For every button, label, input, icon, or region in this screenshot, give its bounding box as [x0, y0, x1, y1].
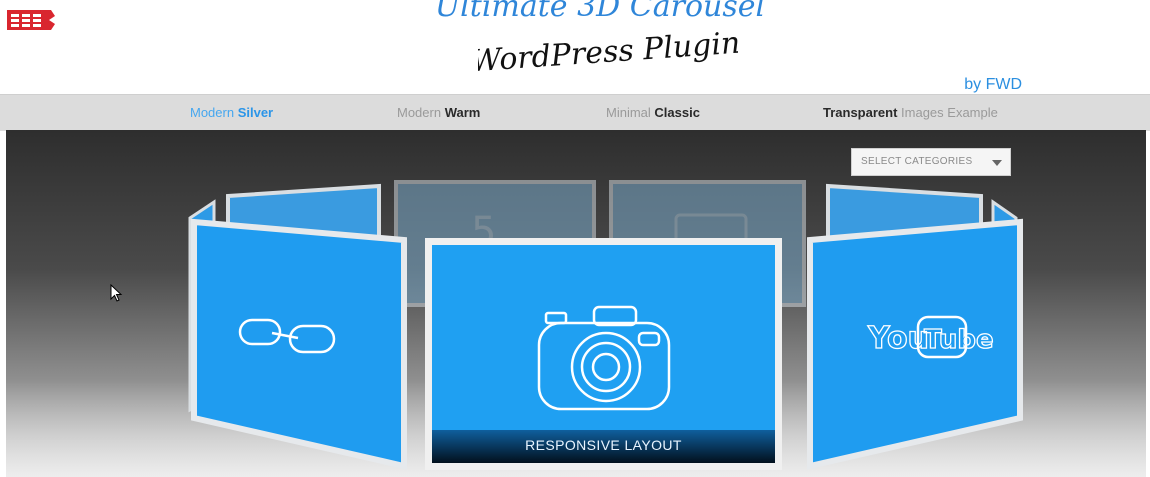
brand-logo-icon — [7, 10, 55, 30]
site-header: Ultimate 3D Carousel WordPress Plugin by… — [0, 0, 1150, 95]
select-categories-dropdown[interactable]: SELECT CATEGORIES — [851, 148, 1011, 176]
nav-item-modern-warm[interactable]: Modern Warm — [397, 105, 480, 120]
byline: by FWD — [964, 76, 1022, 93]
carousel-item-youtube[interactable]: You Tube — [807, 218, 1023, 470]
nav-item-transparent-images[interactable]: Transparent Images Example — [823, 105, 998, 120]
carousel: 5 You Tube — [188, 180, 1023, 470]
select-categories-value: SELECT CATEGORIES — [861, 156, 973, 167]
script-subtitle-text: WordPress Plugin — [478, 26, 738, 80]
mouse-cursor-icon — [110, 284, 123, 302]
script-subtitle: WordPress Plugin — [478, 26, 738, 80]
nav-item-modern-silver[interactable]: Modern Silver — [190, 105, 273, 120]
nav-item-minimal-classic[interactable]: Minimal Classic — [606, 105, 700, 120]
dropdown-arrow-icon — [992, 160, 1002, 166]
theme-nav: Modern Silver Modern Warm Minimal Classi… — [0, 94, 1150, 131]
carousel-stage: 5 You Tube RESPONSIVE LAYOUT SELECT CATE… — [6, 130, 1146, 477]
carousel-item-link[interactable] — [191, 218, 407, 470]
svg-text:Tube: Tube — [924, 325, 994, 355]
carousel-caption: RESPONSIVE LAYOUT — [525, 437, 682, 453]
script-title-text: Ultimate 3D Carousel — [435, 0, 765, 24]
